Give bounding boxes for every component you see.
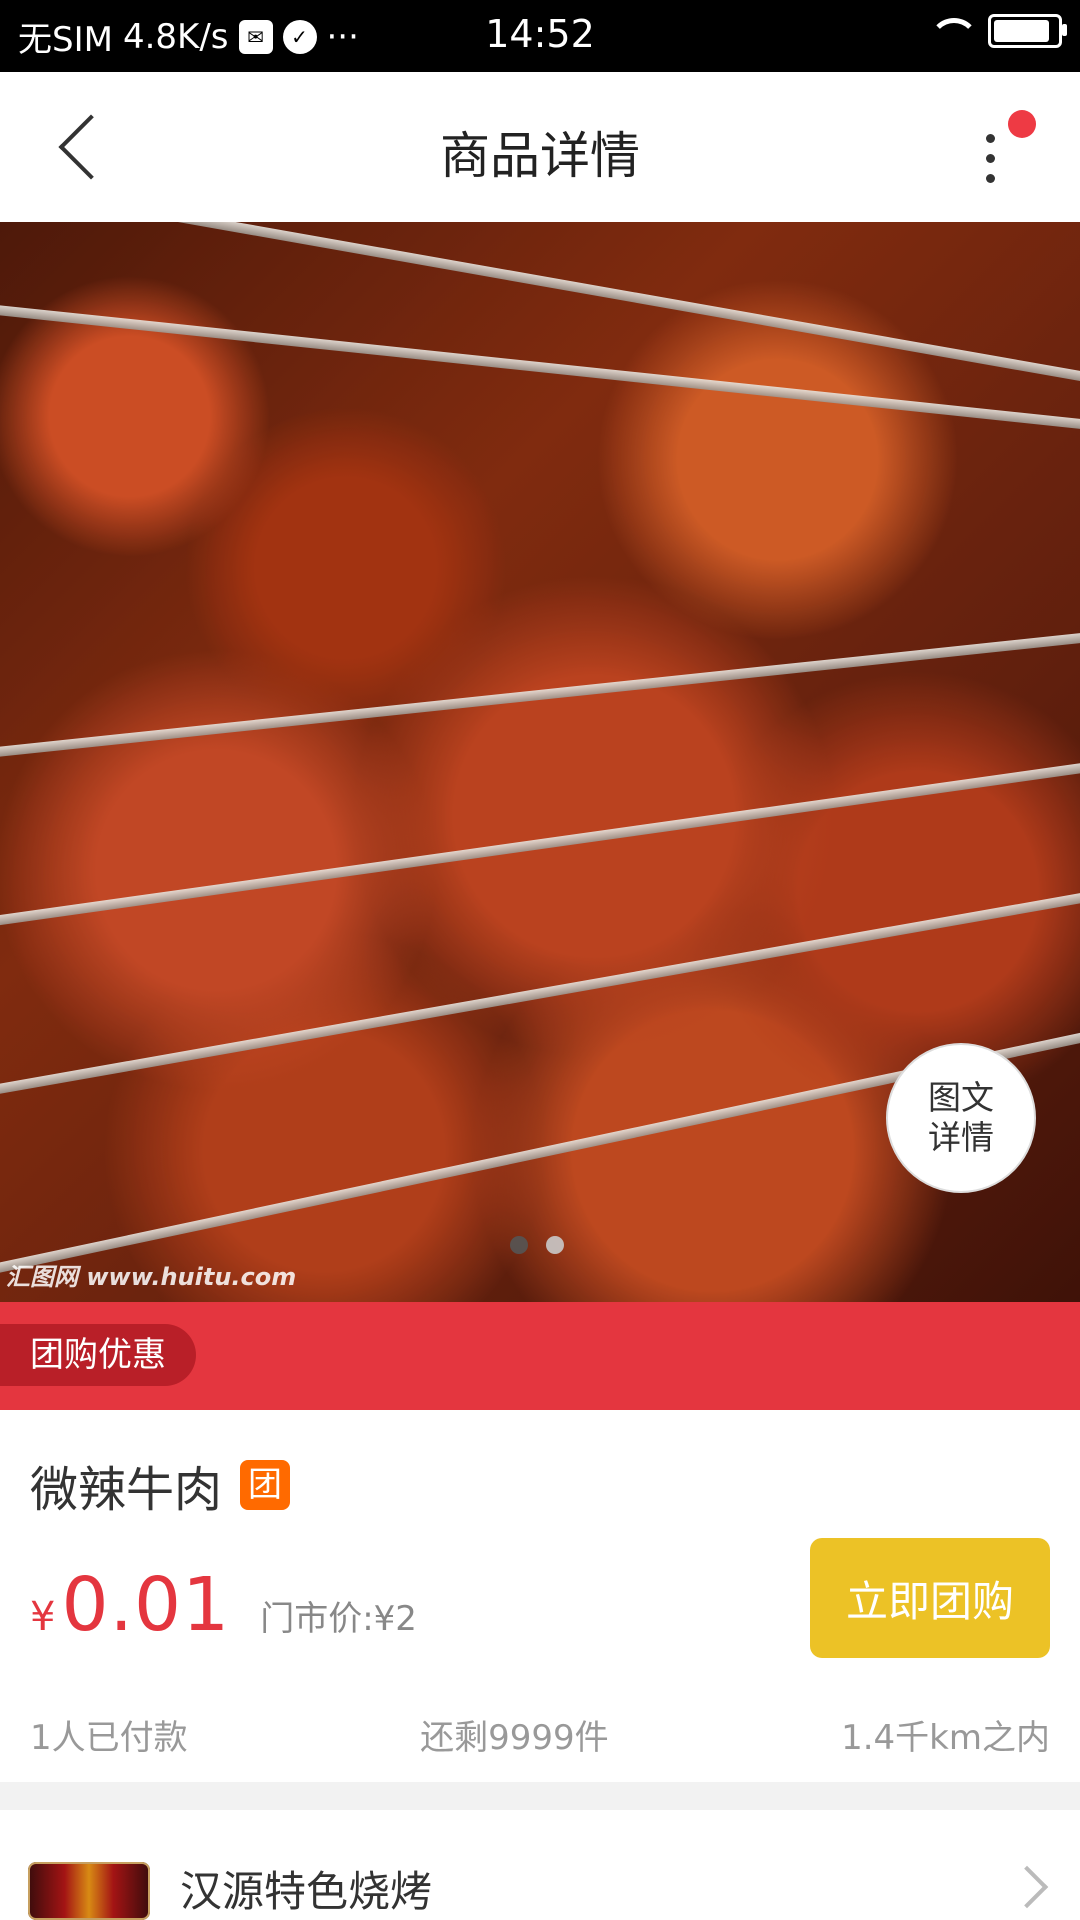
more-icon-dot xyxy=(986,154,995,163)
more-icon xyxy=(986,134,995,143)
promo-bar: 团购优惠 xyxy=(0,1302,1080,1410)
store-thumbnail xyxy=(28,1862,150,1920)
price-row: ¥ 0.01 门市价:¥2 xyxy=(30,1562,417,1648)
pager-dot[interactable] xyxy=(546,1236,564,1254)
top-nav: 商品详情 xyxy=(0,72,1080,223)
distance: 1.4千km之内 xyxy=(841,1718,1050,1758)
chevron-right-icon xyxy=(1005,1865,1049,1909)
store-name: 汉源特色烧烤 xyxy=(180,1867,433,1916)
battery-icon xyxy=(988,14,1067,48)
group-badge: 团 xyxy=(240,1460,291,1510)
group-buy-tag: 团购优惠 xyxy=(0,1324,196,1386)
status-bar: 无SIM 4.8K/s ✉ ✓ ··· 14:52 xyxy=(0,0,1080,72)
store-row[interactable]: 汉源特色烧烤 xyxy=(0,1810,1080,1920)
page-title: 商品详情 xyxy=(440,127,640,185)
image-text-detail-button[interactable]: 图文 详情 xyxy=(886,1043,1036,1193)
battery-fill xyxy=(994,20,1049,42)
remaining-stock: 还剩9999件 xyxy=(420,1718,609,1758)
wifi-icon xyxy=(926,14,979,48)
product-name-row: 微辣牛肉 团 xyxy=(30,1450,291,1520)
status-right xyxy=(926,14,1067,48)
current-price: 0.01 xyxy=(61,1562,231,1648)
product-name: 微辣牛肉 xyxy=(30,1462,223,1518)
clock: 14:52 xyxy=(485,12,595,56)
more-menu-button[interactable] xyxy=(968,110,1036,200)
image-text-detail-label: 图文 详情 xyxy=(928,1078,994,1157)
product-meta-row: 1人已付款 还剩9999件 1.4千km之内 xyxy=(30,1710,1050,1759)
more-icon-dot xyxy=(986,174,995,183)
original-price: 门市价:¥2 xyxy=(260,1599,417,1639)
carousel-pager[interactable] xyxy=(510,1236,564,1254)
notification-dot xyxy=(1008,110,1036,138)
paid-count: 1人已付款 xyxy=(30,1718,188,1758)
currency-symbol: ¥ xyxy=(30,1594,56,1640)
section-divider xyxy=(0,1782,1080,1810)
product-info: 微辣牛肉 团 ¥ 0.01 门市价:¥2 立即团购 1人已付款 还剩9999件 … xyxy=(0,1410,1080,1782)
buy-now-button[interactable]: 立即团购 xyxy=(810,1538,1050,1658)
image-watermark: 汇图网 www.huitu.com xyxy=(6,1263,297,1291)
pager-dot-active[interactable] xyxy=(510,1236,528,1254)
